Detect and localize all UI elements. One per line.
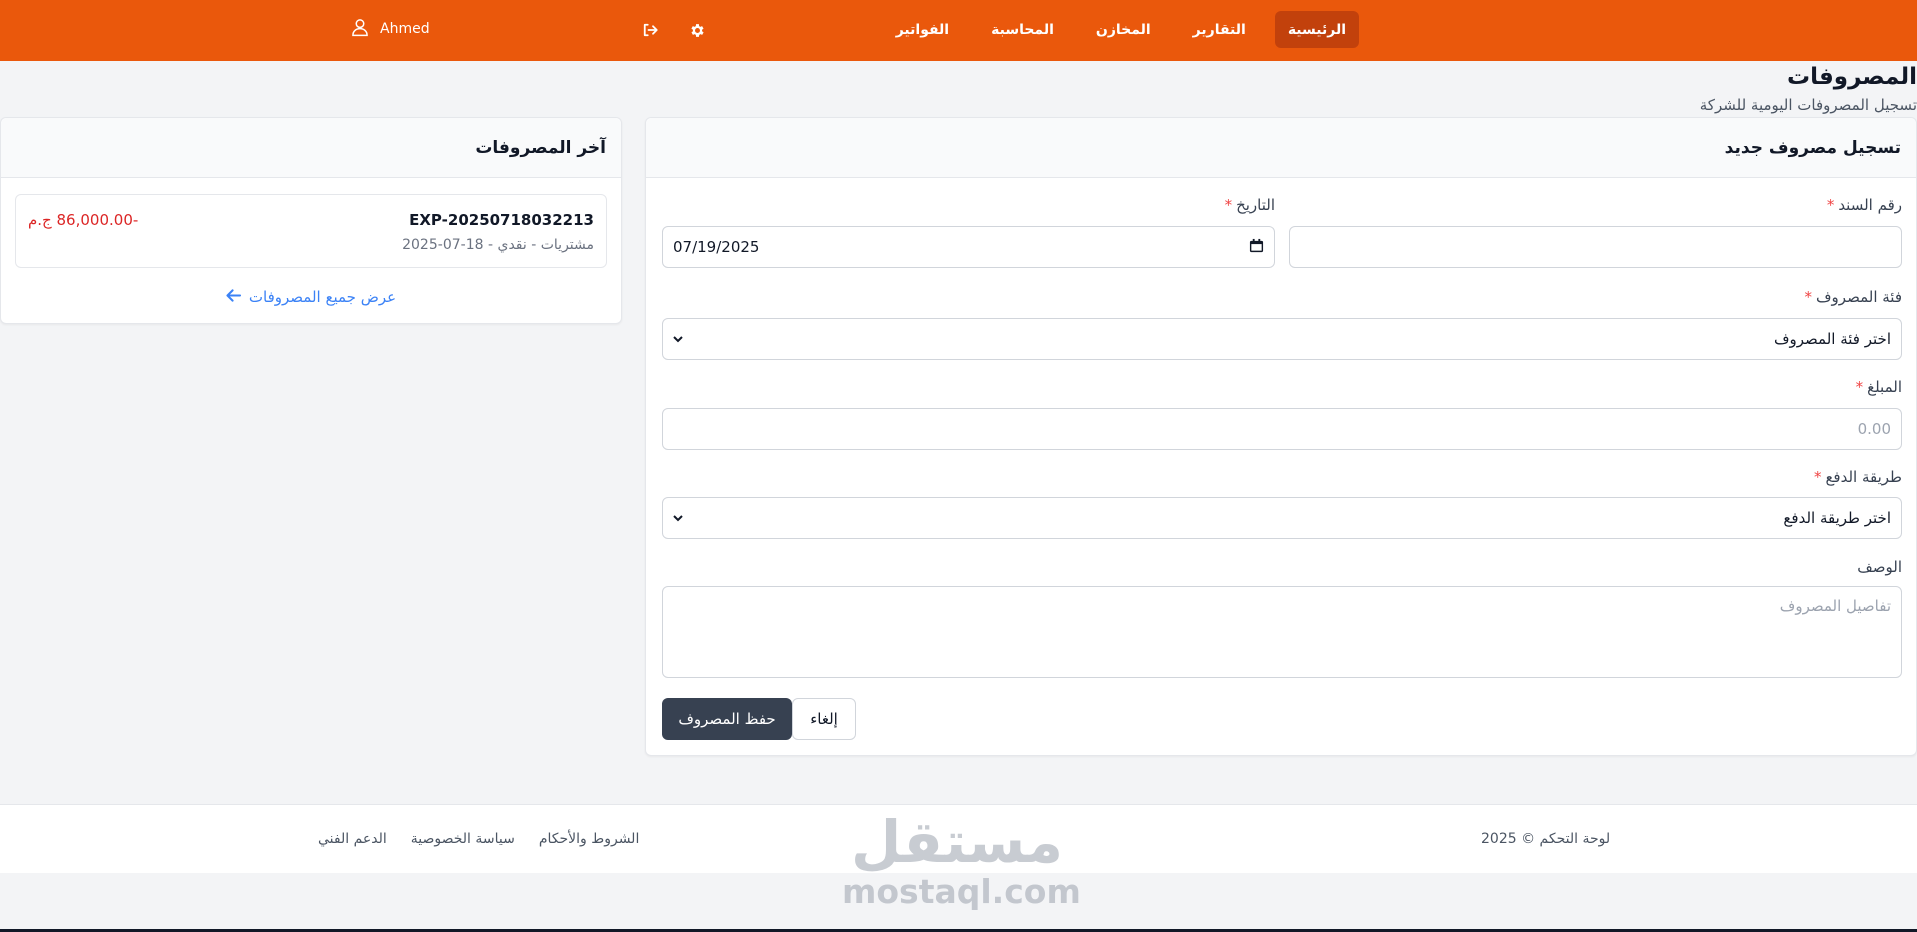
watermark-arabic: مستقل (850, 808, 1064, 876)
description-label: الوصف (1857, 558, 1902, 576)
amount-label: المبلغ* (1856, 378, 1902, 396)
required-mark: * (1813, 468, 1822, 486)
description-textarea[interactable]: تفاصيل المصروف (662, 586, 1902, 678)
required-mark: * (1224, 196, 1233, 214)
nav-accounting[interactable]: المحاسبة (978, 11, 1067, 48)
copyright: لوحة التحكم © 2025 (1481, 831, 1611, 847)
cancel-button[interactable]: إلغاء (792, 698, 856, 740)
expense-meta: مشتريات - نقدي - 18-07-2025 (402, 237, 594, 253)
payment-label: طريقة الدفع* (1814, 468, 1902, 486)
nav-warehouses[interactable]: المخازن (1083, 11, 1164, 48)
amount-placeholder: 0.00 (1857, 420, 1891, 438)
view-all-label: عرض جميع المصروفات (248, 288, 397, 306)
watermark-latin: mostaql.com (842, 872, 1081, 911)
required-mark: * (1855, 378, 1864, 396)
date-value: 07/19/2025 (673, 238, 760, 256)
watermark-logo: مستقل mostaql.com (842, 808, 1081, 914)
gear-icon[interactable] (685, 18, 709, 42)
date-label-text: التاريخ (1236, 196, 1275, 214)
user-name: Ahmed (380, 21, 430, 37)
page-subtitle: تسجيل المصروفات اليومية للشركة (1699, 96, 1917, 114)
page-title: المصروفات (1786, 64, 1917, 90)
save-expense-button[interactable]: حفظ المصروف (662, 698, 792, 740)
calendar-icon[interactable] (1249, 238, 1264, 257)
chevron-down-icon (673, 336, 683, 343)
footer-link-support[interactable]: الدعم الفني (318, 831, 387, 847)
user-icon (350, 16, 370, 42)
chevron-down-icon (673, 515, 683, 522)
recent-expenses-card: آخر المصروفات EXP-20250718032213 مشتريات… (0, 117, 622, 324)
logout-icon[interactable] (638, 18, 662, 42)
nav-invoices[interactable]: الفواتير (883, 11, 962, 48)
required-mark: * (1826, 196, 1835, 214)
view-all-expenses-link[interactable]: عرض جميع المصروفات (1, 288, 621, 306)
main-nav: الرئيسية التقارير المخازن المحاسبة الفوا… (883, 11, 1359, 48)
amount-label-text: المبلغ (1867, 378, 1902, 396)
voucher-label-text: رقم السند (1838, 196, 1902, 214)
new-expense-header: تسجيل مصروف جديد (646, 118, 1916, 178)
voucher-number-input[interactable] (1289, 226, 1902, 268)
top-navbar: الرئيسية التقارير المخازن المحاسبة الفوا… (0, 0, 1917, 61)
user-menu[interactable]: Ahmed (350, 16, 430, 42)
payment-method-select[interactable]: اختر طريقة الدفع (662, 497, 1902, 539)
new-expense-card: تسجيل مصروف جديد رقم السند* التاريخ* 07/… (645, 117, 1917, 756)
category-label-text: فئة المصروف (1816, 288, 1902, 306)
date-input[interactable]: 07/19/2025 (662, 226, 1275, 268)
required-mark: * (1804, 288, 1813, 306)
footer-links: الشروط والأحكام سياسة الخصوصية الدعم الف… (318, 831, 639, 847)
amount-input[interactable]: 0.00 (662, 408, 1902, 450)
category-label: فئة المصروف* (1805, 288, 1903, 306)
category-select[interactable]: اختر فئة المصروف (662, 318, 1902, 360)
footer-link-terms[interactable]: الشروط والأحكام (539, 831, 639, 847)
nav-home[interactable]: الرئيسية (1274, 11, 1359, 48)
recent-expenses-header: آخر المصروفات (1, 118, 621, 178)
footer-link-privacy[interactable]: سياسة الخصوصية (411, 831, 515, 847)
payment-label-text: طريقة الدفع (1825, 468, 1902, 486)
description-placeholder: تفاصيل المصروف (1779, 597, 1891, 615)
payment-selected: اختر طريقة الدفع (1783, 509, 1891, 527)
nav-reports[interactable]: التقارير (1180, 11, 1259, 48)
voucher-label: رقم السند* (1827, 196, 1902, 214)
expense-amount: -86,000.00 ج.م (28, 211, 139, 229)
expense-number: EXP-20250718032213 (409, 211, 594, 229)
category-selected: اختر فئة المصروف (1773, 330, 1891, 348)
date-label: التاريخ* (1225, 196, 1275, 214)
arrow-left-icon (226, 288, 241, 306)
list-item[interactable]: EXP-20250718032213 مشتريات - نقدي - 18-0… (15, 194, 607, 268)
